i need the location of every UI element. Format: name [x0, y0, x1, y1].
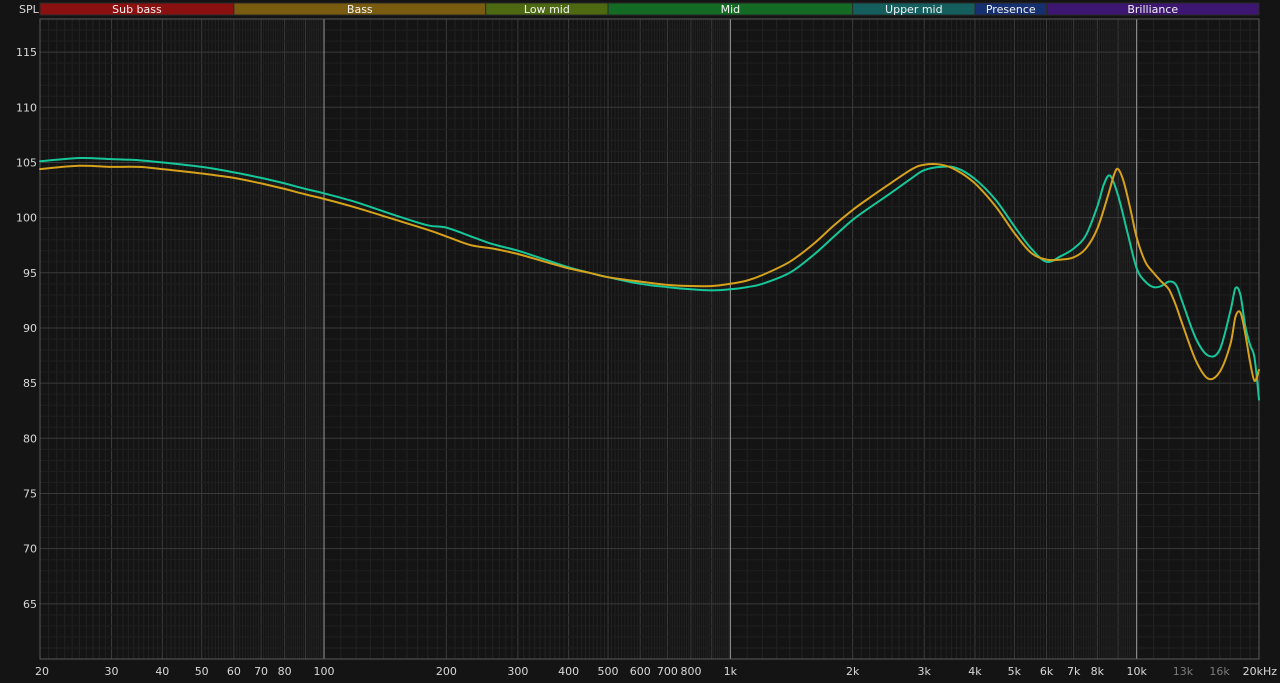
y-tick-label: 80 — [23, 432, 37, 445]
y-tick-label: 70 — [23, 543, 37, 556]
x-tick-label: 1k — [724, 665, 738, 678]
band-label: Brilliance — [1127, 3, 1178, 16]
x-tick-label: 2k — [846, 665, 860, 678]
y-tick-label: 100 — [16, 212, 37, 225]
x-tick-label: 600 — [630, 665, 651, 678]
frequency-response-chart: SPL Sub bass Bass Low mid Mid Upper mid Prese… — [0, 0, 1280, 683]
x-tick-label: 100 — [314, 665, 335, 678]
y-tick-label: 75 — [23, 487, 37, 500]
y-tick-label: 65 — [23, 598, 37, 611]
x-tick-label: 200 — [436, 665, 457, 678]
x-tick-label: 70 — [254, 665, 268, 678]
y-axis-label: SPL — [19, 3, 40, 16]
x-tick-label: 13k — [1173, 665, 1194, 678]
y-tick-label: 115 — [16, 46, 37, 59]
band-label: Low mid — [524, 3, 570, 16]
x-tick-label: 500 — [598, 665, 619, 678]
x-tick-label: 10k — [1126, 665, 1147, 678]
x-tick-label: 40 — [155, 665, 169, 678]
x-tick-label: 400 — [558, 665, 579, 678]
band-label: Mid — [721, 3, 741, 16]
x-tick-label: 5k — [1008, 665, 1022, 678]
x-tick-label: 30 — [105, 665, 119, 678]
x-tick-label: 60 — [227, 665, 241, 678]
y-tick-label: 85 — [23, 377, 37, 390]
band-label: Sub bass — [112, 3, 162, 16]
x-tick-label: 20 — [35, 665, 49, 678]
y-tick-label: 105 — [16, 156, 37, 169]
band-label: Bass — [347, 3, 373, 16]
x-tick-label: 800 — [680, 665, 701, 678]
x-tick-label: 8k — [1091, 665, 1105, 678]
x-tick-label: 50 — [195, 665, 209, 678]
x-tick-label: 20kHz — [1243, 665, 1278, 678]
x-tick-label: 6k — [1040, 665, 1054, 678]
y-tick-label: 90 — [23, 322, 37, 335]
y-tick-label: 110 — [16, 101, 37, 114]
x-tick-label: 80 — [278, 665, 292, 678]
x-tick-label: 700 — [657, 665, 678, 678]
band-label: Presence — [986, 3, 1036, 16]
band-label: Upper mid — [885, 3, 943, 16]
frequency-bands: Sub bass Bass Low mid Mid Upper mid Presence B… — [39, 2, 1260, 16]
y-tick-label: 95 — [23, 267, 37, 280]
x-tick-label: 3k — [918, 665, 932, 678]
x-tick-label: 4k — [968, 665, 982, 678]
x-tick-label: 16k — [1209, 665, 1230, 678]
x-tick-label: 300 — [507, 665, 528, 678]
x-tick-label: 7k — [1067, 665, 1081, 678]
